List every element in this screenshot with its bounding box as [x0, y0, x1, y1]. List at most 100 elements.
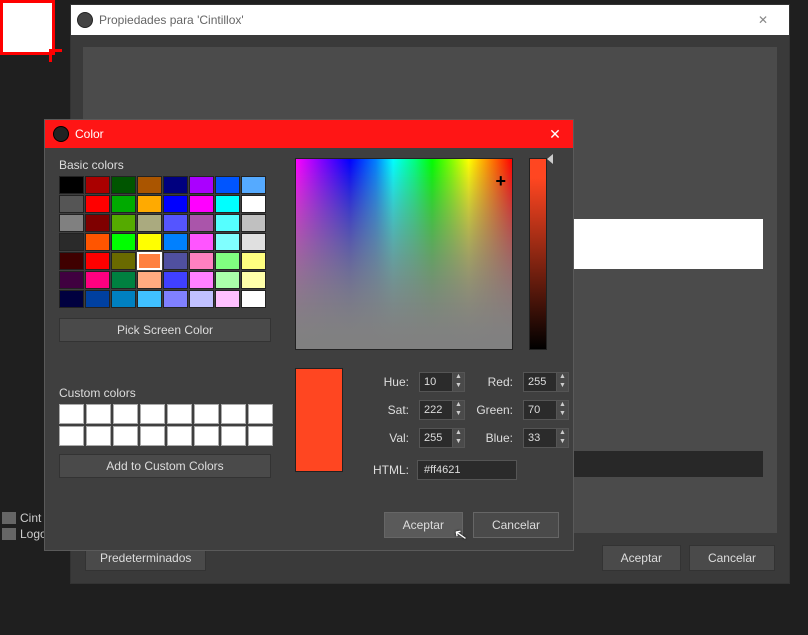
basic-swatch[interactable]	[189, 233, 214, 251]
basic-swatch[interactable]	[85, 233, 110, 251]
chevron-down-icon[interactable]: ▼	[453, 438, 464, 447]
basic-swatch[interactable]	[215, 214, 240, 232]
sat-spinner[interactable]: ▲▼	[419, 400, 465, 420]
basic-swatch[interactable]	[215, 195, 240, 213]
color-cancel-button[interactable]: Cancelar	[473, 512, 559, 538]
basic-swatch[interactable]	[137, 195, 162, 213]
basic-swatch[interactable]	[189, 214, 214, 232]
custom-swatch[interactable]	[194, 404, 219, 424]
basic-swatch[interactable]	[59, 252, 84, 270]
custom-swatch[interactable]	[86, 426, 111, 446]
basic-swatch[interactable]	[241, 290, 266, 308]
color-dialog-titlebar[interactable]: Color ✕	[45, 120, 573, 148]
basic-swatch[interactable]	[215, 176, 240, 194]
props-cancel-button[interactable]: Cancelar	[689, 545, 775, 571]
basic-swatch[interactable]	[85, 271, 110, 289]
custom-swatch[interactable]	[140, 426, 165, 446]
basic-swatch[interactable]	[241, 271, 266, 289]
pick-screen-color-button[interactable]: Pick Screen Color	[59, 318, 271, 342]
basic-swatch[interactable]	[241, 214, 266, 232]
close-icon[interactable]: ✕	[545, 126, 565, 143]
basic-swatch[interactable]	[85, 195, 110, 213]
basic-swatch[interactable]	[85, 176, 110, 194]
chevron-up-icon[interactable]: ▲	[557, 429, 568, 438]
selection-handle[interactable]	[0, 0, 55, 55]
chevron-up-icon[interactable]: ▲	[453, 401, 464, 410]
basic-swatch[interactable]	[163, 252, 188, 270]
color-gradient[interactable]: +	[295, 158, 513, 350]
basic-swatch[interactable]	[163, 214, 188, 232]
basic-swatch[interactable]	[189, 271, 214, 289]
hue-spinner[interactable]: ▲▼	[419, 372, 465, 392]
chevron-down-icon[interactable]: ▼	[557, 438, 568, 447]
basic-swatch[interactable]	[111, 271, 136, 289]
basic-swatch[interactable]	[241, 195, 266, 213]
custom-swatch[interactable]	[113, 426, 138, 446]
basic-swatch[interactable]	[137, 271, 162, 289]
basic-swatch[interactable]	[137, 252, 162, 270]
basic-swatch[interactable]	[215, 233, 240, 251]
basic-swatch[interactable]	[189, 176, 214, 194]
color-ok-button[interactable]: Aceptar	[384, 512, 463, 538]
custom-swatch[interactable]	[140, 404, 165, 424]
basic-swatch[interactable]	[189, 290, 214, 308]
basic-swatch[interactable]	[59, 233, 84, 251]
basic-swatch[interactable]	[85, 214, 110, 232]
basic-swatch[interactable]	[111, 290, 136, 308]
basic-swatch[interactable]	[111, 195, 136, 213]
custom-swatch[interactable]	[86, 404, 111, 424]
basic-swatch[interactable]	[59, 176, 84, 194]
red-input[interactable]	[523, 372, 557, 392]
basic-swatch[interactable]	[59, 290, 84, 308]
chevron-up-icon[interactable]: ▲	[557, 373, 568, 382]
chevron-down-icon[interactable]: ▼	[453, 382, 464, 391]
basic-swatch[interactable]	[241, 252, 266, 270]
custom-swatch[interactable]	[248, 426, 273, 446]
chevron-up-icon[interactable]: ▲	[453, 429, 464, 438]
basic-swatch[interactable]	[241, 233, 266, 251]
chevron-down-icon[interactable]: ▼	[557, 410, 568, 419]
green-spinner[interactable]: ▲▼	[523, 400, 569, 420]
basic-swatch[interactable]	[59, 271, 84, 289]
close-icon[interactable]: ✕	[743, 13, 783, 27]
html-input[interactable]	[417, 460, 517, 480]
green-input[interactable]	[523, 400, 557, 420]
basic-swatch[interactable]	[59, 214, 84, 232]
red-spinner[interactable]: ▲▼	[523, 372, 569, 392]
basic-swatch[interactable]	[241, 176, 266, 194]
custom-swatch[interactable]	[167, 426, 192, 446]
basic-swatch[interactable]	[163, 290, 188, 308]
basic-swatch[interactable]	[85, 290, 110, 308]
basic-swatch[interactable]	[137, 290, 162, 308]
custom-swatch[interactable]	[248, 404, 273, 424]
chevron-up-icon[interactable]: ▲	[557, 401, 568, 410]
custom-swatch[interactable]	[221, 426, 246, 446]
props-ok-button[interactable]: Aceptar	[602, 545, 681, 571]
basic-swatch[interactable]	[215, 290, 240, 308]
custom-swatch[interactable]	[59, 426, 84, 446]
basic-swatch[interactable]	[111, 252, 136, 270]
basic-swatch[interactable]	[215, 252, 240, 270]
blue-input[interactable]	[523, 428, 557, 448]
custom-swatch[interactable]	[194, 426, 219, 446]
basic-swatch[interactable]	[189, 195, 214, 213]
basic-swatch[interactable]	[163, 233, 188, 251]
val-spinner[interactable]: ▲▼	[419, 428, 465, 448]
basic-swatch[interactable]	[163, 271, 188, 289]
basic-swatch[interactable]	[137, 176, 162, 194]
basic-swatch[interactable]	[189, 252, 214, 270]
basic-swatch[interactable]	[163, 176, 188, 194]
custom-swatch[interactable]	[167, 404, 192, 424]
basic-swatch[interactable]	[85, 252, 110, 270]
custom-swatch[interactable]	[113, 404, 138, 424]
basic-swatch[interactable]	[111, 214, 136, 232]
basic-swatch[interactable]	[215, 271, 240, 289]
basic-swatch[interactable]	[111, 176, 136, 194]
properties-titlebar[interactable]: Propiedades para 'Cintillox' ✕	[71, 5, 789, 35]
hue-input[interactable]	[419, 372, 453, 392]
chevron-down-icon[interactable]: ▼	[557, 382, 568, 391]
slider-handle-icon[interactable]	[547, 154, 553, 164]
basic-swatch[interactable]	[59, 195, 84, 213]
basic-swatch[interactable]	[137, 233, 162, 251]
custom-swatch[interactable]	[59, 404, 84, 424]
